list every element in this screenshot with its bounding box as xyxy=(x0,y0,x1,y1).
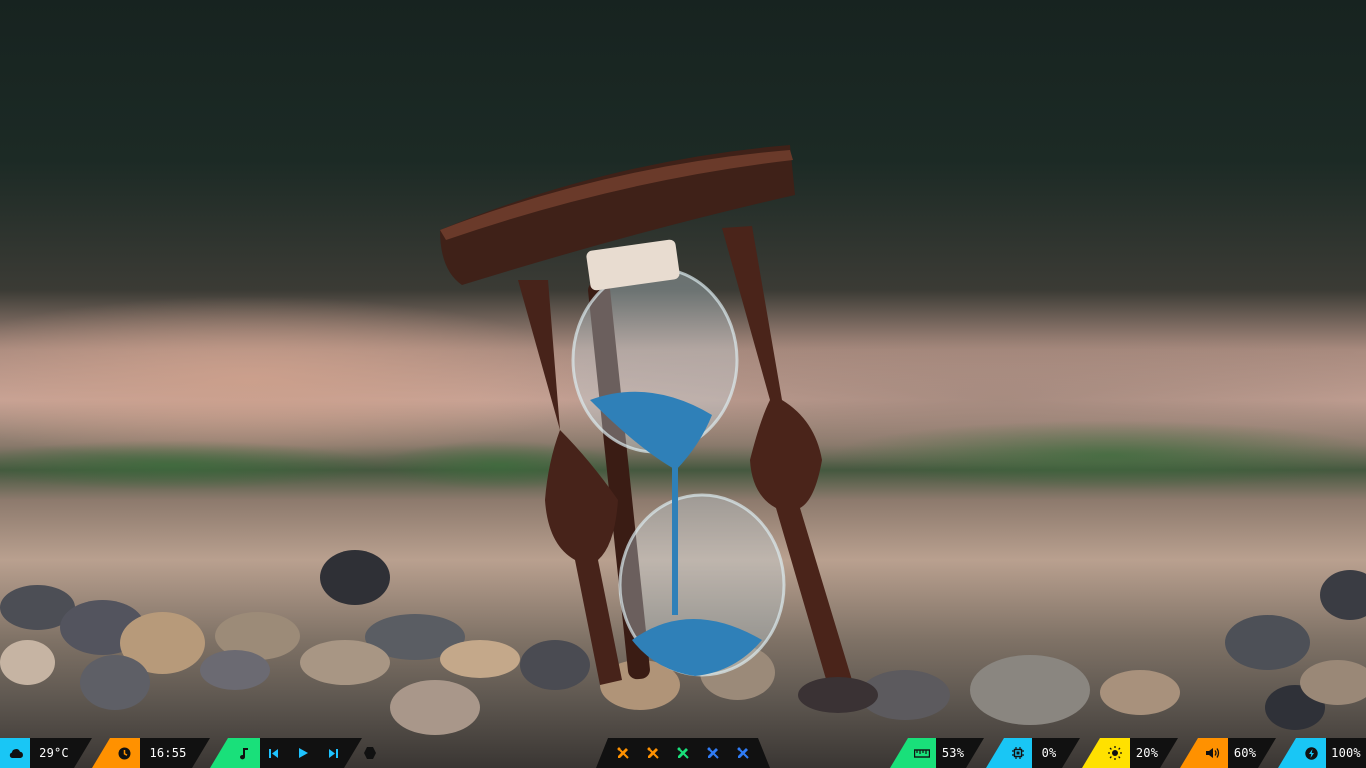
music-player-controls xyxy=(260,738,362,768)
hexagon-icon xyxy=(364,747,376,759)
hexagon-separator xyxy=(362,738,378,768)
workspace-1[interactable] xyxy=(616,746,630,760)
previous-icon[interactable] xyxy=(269,749,279,758)
brightness-icon-box[interactable] xyxy=(1082,738,1132,768)
memory-widget[interactable]: 53% xyxy=(936,738,984,768)
workspace-switcher xyxy=(596,738,770,768)
volume-icon-box[interactable] xyxy=(1180,738,1230,768)
cpu-icon-box[interactable] xyxy=(986,738,1034,768)
cloud-icon xyxy=(9,749,23,758)
workspace-4[interactable] xyxy=(706,746,720,760)
volume-widget[interactable]: 60% xyxy=(1228,738,1276,768)
next-icon[interactable] xyxy=(328,749,338,758)
pencil-ruler-icon xyxy=(676,746,690,760)
clock-icon-box[interactable] xyxy=(92,738,142,768)
workspace-2[interactable] xyxy=(646,746,660,760)
volume-level: 60% xyxy=(1233,746,1257,760)
cpu-icon xyxy=(1012,747,1024,759)
sun-icon xyxy=(1108,746,1122,760)
music-note-icon xyxy=(240,747,248,759)
battery-level: 100% xyxy=(1331,746,1361,760)
brightness-level: 20% xyxy=(1135,746,1159,760)
weather-widget[interactable]: 29°C xyxy=(30,738,92,768)
cpu-widget[interactable]: 0% xyxy=(1032,738,1080,768)
clock-icon xyxy=(118,747,130,759)
battery-widget[interactable]: 100% xyxy=(1326,738,1366,768)
volume-icon xyxy=(1206,748,1220,758)
play-icon[interactable] xyxy=(299,748,308,758)
pencil-ruler-icon xyxy=(736,746,750,760)
cpu-usage: 0% xyxy=(1041,746,1057,760)
pencil-ruler-icon xyxy=(646,746,660,760)
weather-temperature: 29°C xyxy=(39,746,69,760)
clock-widget[interactable]: 16:55 xyxy=(140,738,210,768)
workspace-5[interactable] xyxy=(736,746,750,760)
brightness-widget[interactable]: 20% xyxy=(1130,738,1178,768)
ruler-icon xyxy=(914,749,930,758)
music-icon-box[interactable] xyxy=(210,738,262,768)
memory-usage: 53% xyxy=(941,746,965,760)
clock-time: 16:55 xyxy=(149,746,187,760)
memory-icon-box[interactable] xyxy=(890,738,938,768)
status-bar: 29°C 16:55 53% 0% 20% 60% 100% xyxy=(0,738,1366,768)
pencil-ruler-icon xyxy=(616,746,630,760)
desktop-wallpaper xyxy=(0,0,1366,768)
bolt-icon xyxy=(1304,746,1318,760)
pencil-ruler-icon xyxy=(706,746,720,760)
weather-icon-box[interactable] xyxy=(0,738,32,768)
hourglass-image xyxy=(440,145,878,713)
battery-icon-box[interactable] xyxy=(1278,738,1328,768)
workspace-3[interactable] xyxy=(676,746,690,760)
